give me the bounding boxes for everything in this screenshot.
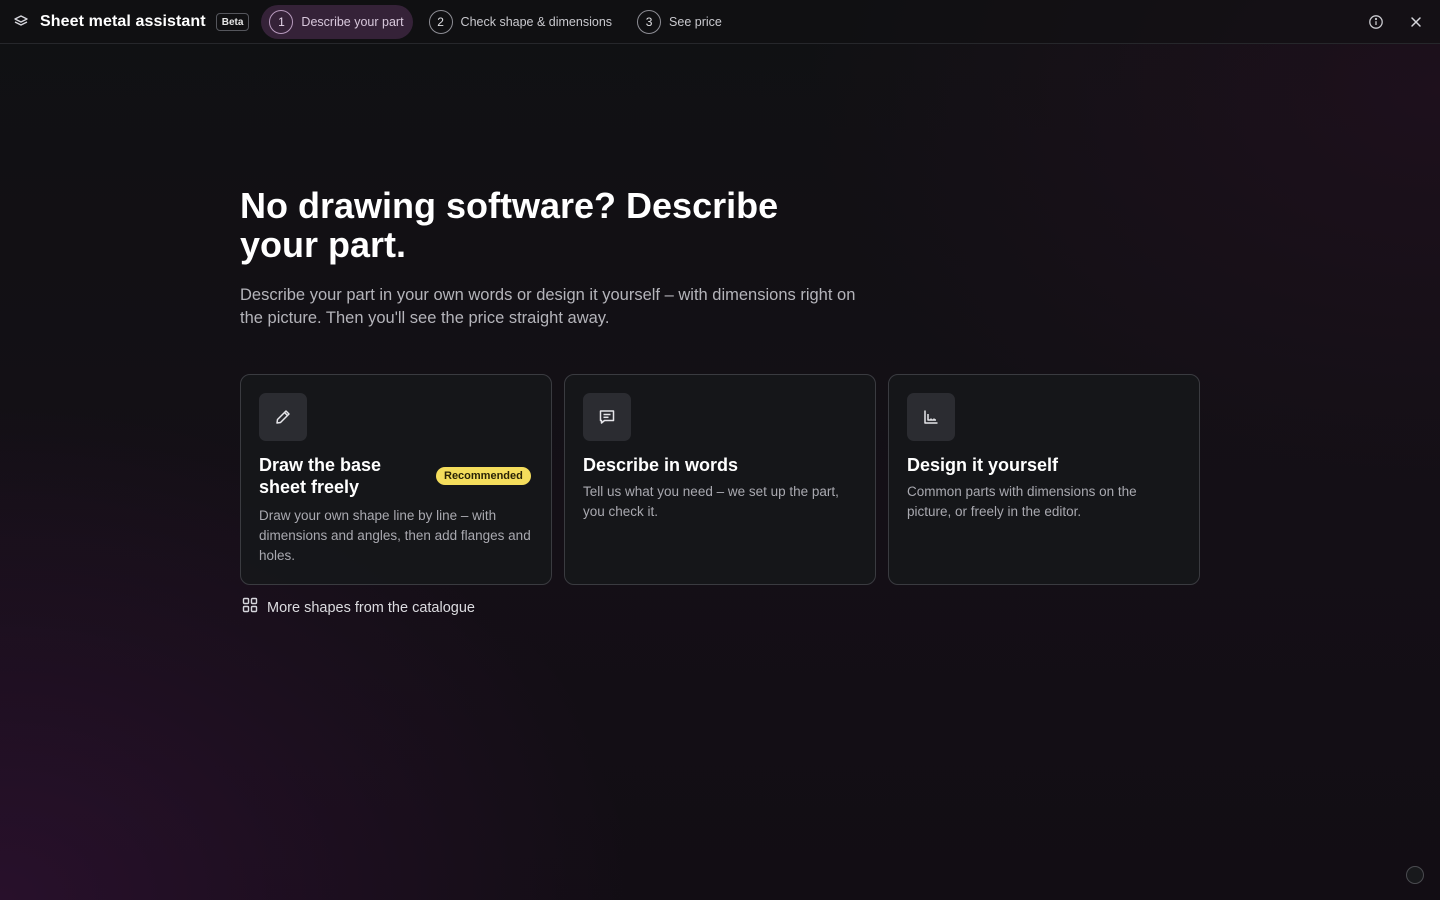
card-design-yourself[interactable]: Design it yourself Common parts with dim…: [888, 374, 1200, 585]
catalogue-link[interactable]: More shapes from the catalogue: [242, 597, 475, 618]
brand: Sheet metal assistant Beta: [12, 12, 250, 31]
info-icon[interactable]: [1364, 10, 1388, 34]
step-label: Describe your part: [301, 14, 404, 29]
profile-icon: [907, 393, 955, 441]
message-icon: [583, 393, 631, 441]
grid-icon: [242, 597, 258, 618]
stepper: 1 Describe your part 2 Check shape & dim…: [261, 0, 738, 44]
page-subtitle: Describe your part in your own words or …: [240, 286, 856, 327]
step-number: 2: [428, 9, 453, 34]
option-cards: Draw the base sheet freely Recommended D…: [240, 374, 1200, 585]
catalogue-label: More shapes from the catalogue: [267, 599, 475, 616]
card-description: Tell us what you need – we set up the pa…: [583, 484, 839, 519]
step-number: 1: [269, 9, 294, 34]
recommended-badge: Recommended: [436, 467, 531, 485]
beta-badge: Beta: [215, 12, 250, 31]
top-actions: [1348, 10, 1428, 34]
card-title: Draw the base sheet freely: [259, 455, 382, 497]
step-number: 3: [637, 9, 662, 34]
step-see-price[interactable]: 3 See price: [629, 5, 731, 39]
step-check-shape[interactable]: 2 Check shape & dimensions: [421, 5, 621, 39]
card-description: Draw your own shape line by line – with …: [259, 508, 531, 563]
card-describe-in-words[interactable]: Describe in words Tell us what you need …: [564, 374, 876, 585]
layers-icon: [12, 13, 30, 31]
help-widget-button[interactable]: [1406, 866, 1424, 884]
card-title: Design it yourself: [907, 455, 1059, 475]
step-describe[interactable]: 1 Describe your part: [261, 4, 413, 39]
card-title: Describe in words: [583, 455, 739, 475]
card-draw-base-sheet[interactable]: Draw the base sheet freely Recommended D…: [240, 374, 552, 585]
step-label: See price: [669, 14, 722, 29]
app-title: Sheet metal assistant: [40, 12, 206, 30]
close-icon[interactable]: [1404, 10, 1428, 34]
page-title: No drawing software? Describe your part.: [240, 185, 779, 265]
step-label: Check shape & dimensions: [460, 14, 613, 29]
card-description: Common parts with dimensions on the pict…: [907, 484, 1137, 519]
top-bar: Sheet metal assistant Beta 1 Describe yo…: [0, 0, 1440, 44]
pencil-icon: [259, 393, 307, 441]
